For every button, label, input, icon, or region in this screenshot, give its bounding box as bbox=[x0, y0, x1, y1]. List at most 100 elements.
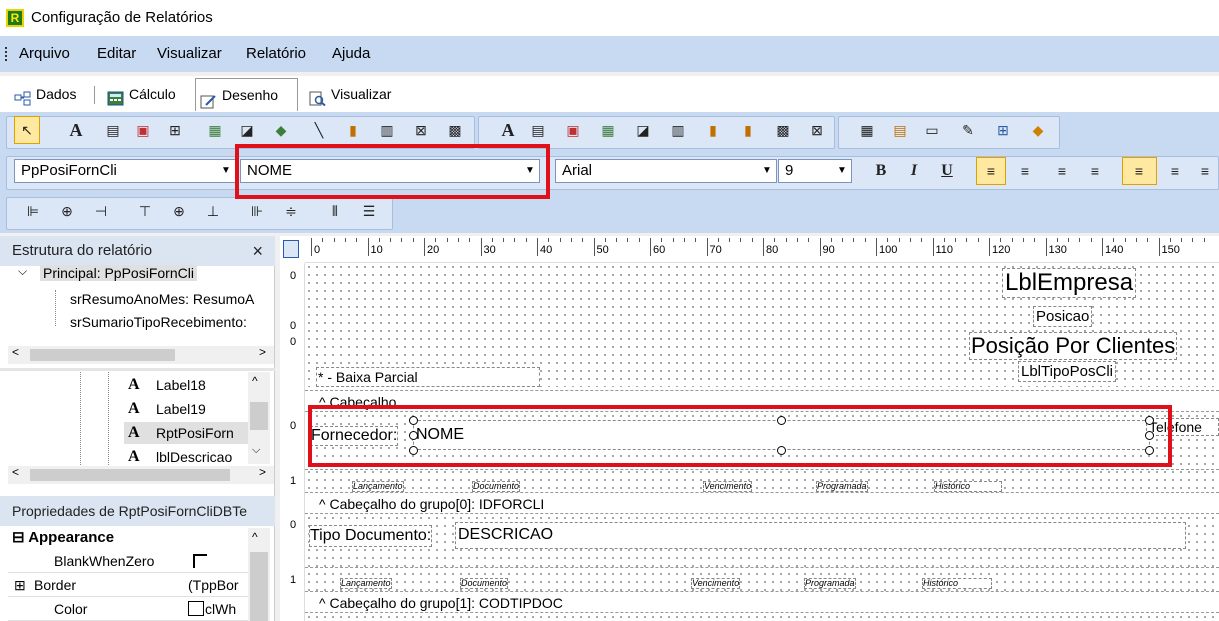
scroll-thumb[interactable] bbox=[250, 402, 268, 430]
paint-box-icon[interactable]: ✎ bbox=[959, 121, 977, 139]
prop-row-color[interactable]: Color clWh bbox=[8, 597, 248, 621]
band-header-grupo0[interactable]: ^ Cabeçalho do grupo[0]: IDFORCLI bbox=[305, 492, 1219, 514]
scroll-left-icon[interactable]: < bbox=[12, 345, 19, 359]
menu-ajuda[interactable]: Ajuda bbox=[332, 45, 370, 62]
dbbarcode-tool-icon[interactable]: ▥ bbox=[669, 121, 687, 139]
dbtext-tool-icon[interactable]: A bbox=[499, 121, 517, 139]
lblempresa-label[interactable]: LblEmpresa bbox=[1002, 268, 1137, 298]
scroll-right-icon[interactable]: > bbox=[259, 465, 266, 479]
teechart-tool-icon[interactable]: ◆ bbox=[1029, 121, 1047, 139]
col-lancamento[interactable]: Lançamento bbox=[352, 481, 404, 492]
align-right-icon[interactable]: ≡ bbox=[1053, 162, 1071, 180]
dbchart-tool-icon[interactable]: ▮ bbox=[704, 121, 722, 139]
expand-plus-icon[interactable]: ⊞ bbox=[14, 573, 26, 597]
group1-band[interactable] bbox=[305, 613, 1219, 621]
dbchart2-tool-icon[interactable]: ▮ bbox=[739, 121, 757, 139]
dbcalc-tool-icon[interactable]: ▦ bbox=[599, 121, 617, 139]
col-programada[interactable]: Programada bbox=[816, 481, 868, 492]
collapse-icon[interactable]: ^ bbox=[319, 496, 326, 512]
label-tool-icon[interactable]: A bbox=[67, 121, 85, 139]
components-hscroll[interactable]: < > bbox=[8, 465, 274, 484]
scroll-up-icon[interactable]: ^ bbox=[252, 530, 258, 544]
calc-tool-icon[interactable]: ⊞ bbox=[166, 121, 184, 139]
align-center-icon[interactable]: ≡ bbox=[1016, 162, 1034, 180]
system-var-icon[interactable]: ▦ bbox=[206, 121, 224, 139]
col-historico[interactable]: Histórico bbox=[934, 481, 1002, 492]
scroll-left-icon[interactable]: < bbox=[12, 465, 19, 479]
props-category[interactable]: ⊟ Appearance bbox=[12, 528, 114, 546]
tree-item-resumo[interactable]: srResumoAnoMes: ResumoA bbox=[70, 291, 254, 307]
report-title-label[interactable]: Posição Por Clientes bbox=[969, 332, 1178, 360]
tree-item-label19[interactable]: Label19 bbox=[156, 401, 206, 417]
tree-item-rptposiforn[interactable]: RptPosiForn bbox=[156, 425, 246, 441]
align-mids-icon[interactable]: ⊕ bbox=[170, 202, 188, 220]
shape-tool-icon[interactable]: ◆ bbox=[272, 121, 290, 139]
tab-dados[interactable]: Dados bbox=[10, 80, 90, 109]
tree-item-sumario[interactable]: srSumarioTipoRecebimento: bbox=[70, 314, 247, 330]
col-vencimento-2[interactable]: Vencimento bbox=[691, 578, 741, 589]
col-historico-2[interactable]: Histórico bbox=[922, 578, 992, 589]
close-icon[interactable]: × bbox=[252, 236, 263, 266]
underline-button[interactable]: U bbox=[938, 162, 956, 180]
tab-desenho[interactable]: Desenho bbox=[195, 78, 298, 111]
menu-editar[interactable]: Editar bbox=[97, 45, 136, 62]
col-lancamento-2[interactable]: Lançamento bbox=[340, 578, 392, 589]
expand-icon[interactable]: ⌵ bbox=[18, 264, 27, 279]
align-bottoms-icon[interactable]: ⊥ bbox=[204, 202, 222, 220]
lbltipposcli-label[interactable]: LblTipoPosCli bbox=[1018, 361, 1116, 382]
prop-row-border[interactable]: ⊞ Border (TppBor bbox=[8, 573, 248, 597]
tipo-documento-label[interactable]: Tipo Documento: bbox=[309, 525, 433, 547]
tab-visualizar[interactable]: Visualizar bbox=[305, 80, 415, 109]
subreport-tool-icon[interactable]: ▤ bbox=[891, 121, 909, 139]
space-horizontal-icon[interactable]: ⊪ bbox=[248, 202, 266, 220]
col-documento-2[interactable]: Documento bbox=[460, 578, 509, 589]
font-size-select[interactable]: 9 ▼ bbox=[778, 159, 852, 183]
image-tool-icon[interactable]: ◪ bbox=[238, 121, 256, 139]
scroll-thumb[interactable] bbox=[30, 349, 175, 361]
barcode-tool-icon[interactable]: ▥ bbox=[378, 121, 396, 139]
menu-visualizar[interactable]: Visualizar bbox=[157, 45, 222, 62]
scroll-right-icon[interactable]: > bbox=[259, 345, 266, 359]
db2dbarcode-tool-icon[interactable]: ⊠ bbox=[808, 121, 826, 139]
center-horizontal-icon[interactable]: ⫴ bbox=[326, 202, 344, 220]
align-bottom-icon[interactable]: ≡ bbox=[1196, 162, 1214, 180]
align-centers-icon[interactable]: ⊕ bbox=[58, 202, 76, 220]
align-middle-icon[interactable]: ≡ bbox=[1166, 162, 1184, 180]
col-vencimento[interactable]: Vencimento bbox=[703, 481, 753, 492]
prop-row-blankwhenzero[interactable]: BlankWhenZero bbox=[8, 549, 248, 573]
align-rights-icon[interactable]: ⊣ bbox=[92, 202, 110, 220]
tree-item-lbldescricao[interactable]: lblDescricao bbox=[156, 449, 232, 465]
center-vertical-icon[interactable]: ☰ bbox=[360, 202, 378, 220]
tree-item-label18[interactable]: Label18 bbox=[156, 377, 206, 393]
splitter[interactable] bbox=[0, 368, 275, 371]
props-vscroll[interactable]: ^ bbox=[248, 528, 270, 621]
scroll-thumb[interactable] bbox=[30, 469, 230, 481]
scroll-up-icon[interactable]: ^ bbox=[252, 374, 258, 388]
checkbox-tool-icon[interactable]: ⊠ bbox=[412, 121, 430, 139]
col-programada-2[interactable]: Programada bbox=[804, 578, 856, 589]
baixa-parcial-label[interactable]: * - Baixa Parcial bbox=[316, 367, 540, 387]
richtext-tool-icon[interactable]: ▣ bbox=[134, 121, 152, 139]
2dbarcode-tool-icon[interactable]: ▩ bbox=[446, 121, 464, 139]
scroll-thumb[interactable] bbox=[250, 552, 268, 621]
checkbox-icon[interactable] bbox=[193, 554, 207, 568]
dbcheckbox-tool-icon[interactable]: ▩ bbox=[774, 121, 792, 139]
band-header-grupo1[interactable]: ^ Cabeçalho do grupo[1]: CODTIPDOC bbox=[305, 591, 1219, 613]
tab-calculo[interactable]: Cálculo bbox=[103, 80, 191, 109]
bold-button[interactable]: B bbox=[872, 162, 890, 180]
chart-tool-icon[interactable]: ▮ bbox=[344, 121, 362, 139]
dbrichtext-tool-icon[interactable]: ▣ bbox=[564, 121, 582, 139]
ruler-units-icon[interactable] bbox=[283, 240, 299, 258]
tree-root[interactable]: Principal: PpPosiFornCli bbox=[40, 265, 197, 281]
region-tool-icon[interactable]: ▦ bbox=[858, 121, 876, 139]
toolbar-grip[interactable] bbox=[5, 47, 8, 61]
tree-hscroll[interactable]: < > bbox=[8, 345, 274, 364]
component-select[interactable]: PpPosiFornCli ▼ bbox=[14, 159, 236, 183]
align-tops-icon[interactable]: ⊤ bbox=[136, 202, 154, 220]
page-break-icon[interactable]: ▭ bbox=[923, 121, 941, 139]
dbimage-tool-icon[interactable]: ◪ bbox=[634, 121, 652, 139]
col-documento[interactable]: Documento bbox=[472, 481, 521, 492]
line-tool-icon[interactable]: ╲ bbox=[310, 121, 328, 139]
space-vertical-icon[interactable]: ≑ bbox=[282, 202, 300, 220]
descricao-dbtext[interactable]: DESCRICAO bbox=[455, 522, 1186, 549]
